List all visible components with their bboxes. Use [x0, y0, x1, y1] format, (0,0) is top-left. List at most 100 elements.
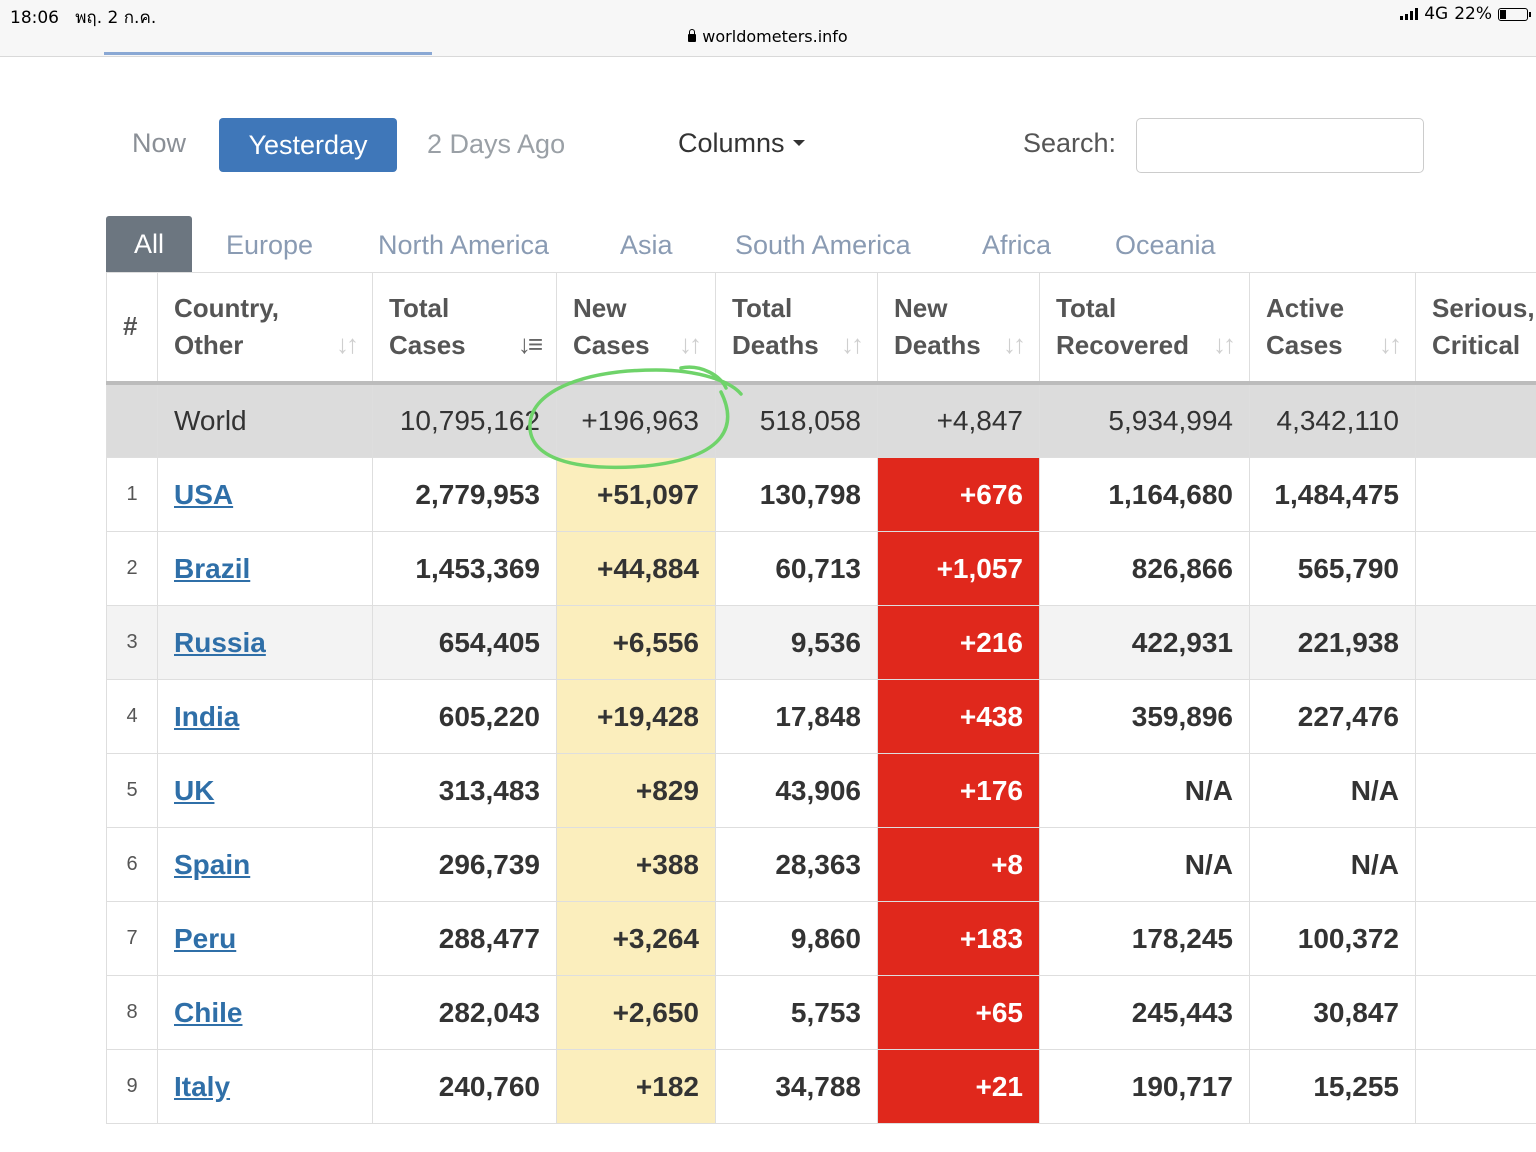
- yesterday-button[interactable]: Yesterday: [219, 118, 397, 172]
- table-row: 9 Italy 240,760 +182 34,788 +21 190,717 15,255: [106, 1049, 1536, 1124]
- col-header-new-deaths[interactable]: New Deaths ↓↑: [877, 272, 1040, 385]
- two-days-ago-button[interactable]: 2 Days Ago: [427, 129, 565, 160]
- country-link[interactable]: Italy: [174, 1071, 230, 1102]
- active-cases-cell: N/A: [1249, 753, 1416, 828]
- search-input[interactable]: [1136, 118, 1424, 173]
- col-header-new-cases[interactable]: New Cases ↓↑: [556, 272, 716, 385]
- header-line: Critical: [1432, 329, 1521, 360]
- sort-icon[interactable]: ↓↑: [336, 326, 359, 363]
- new-deaths-cell: +676: [877, 457, 1040, 532]
- country-cell: Russia: [157, 605, 373, 680]
- total-cases-cell: 313,483: [372, 753, 557, 828]
- total-recovered-cell: 826,866: [1039, 531, 1250, 606]
- country-link[interactable]: Spain: [174, 849, 250, 880]
- active-cases-cell: 227,476: [1249, 679, 1416, 754]
- country-link[interactable]: Brazil: [174, 553, 250, 584]
- tab-oceania[interactable]: Oceania: [1115, 230, 1216, 261]
- active-cases-cell: 221,938: [1249, 605, 1416, 680]
- header-line: Active: [1266, 292, 1345, 323]
- world-total-deaths: 518,058: [715, 382, 878, 458]
- country-link[interactable]: USA: [174, 479, 233, 510]
- new-cases-cell: +44,884: [556, 531, 716, 606]
- now-button[interactable]: Now: [132, 128, 186, 159]
- table-row: 6Spain296,739+38828,363+8N/AN/A6: [106, 827, 1536, 902]
- country-link[interactable]: UK: [174, 775, 214, 806]
- status-right: 4G 22%: [1400, 4, 1531, 24]
- serious-cell: 2: [1415, 753, 1536, 828]
- sort-desc-icon[interactable]: ↓≡: [518, 326, 543, 363]
- country-cell: Chile: [157, 975, 373, 1050]
- row-index: 8: [106, 975, 158, 1050]
- date: พฤ. 2 ก.ค.: [75, 8, 157, 28]
- status-bar: 18:06 พฤ. 2 ก.ค. 4G 22% worldometers.inf…: [0, 0, 1536, 57]
- tab-north-america[interactable]: North America: [378, 230, 549, 261]
- sort-icon[interactable]: ↓↑: [1379, 326, 1402, 363]
- country-link[interactable]: Russia: [174, 627, 266, 658]
- header-line: Total: [1056, 292, 1117, 323]
- serious-cell: 8,9: [1415, 679, 1536, 754]
- table-row: 5UK313,483+82943,906+176N/AN/A2: [106, 753, 1536, 828]
- sort-icon[interactable]: ↓↑: [841, 326, 864, 363]
- network-type: 4G: [1424, 4, 1449, 24]
- world-active-cases: 4,342,110: [1249, 382, 1416, 458]
- sort-icon[interactable]: ↓↑: [679, 326, 702, 363]
- address-bar[interactable]: worldometers.info: [0, 27, 1536, 46]
- new-cases-cell: +182: [556, 1049, 716, 1124]
- header-line: Country,: [174, 292, 279, 323]
- tab-south-america[interactable]: South America: [735, 230, 911, 261]
- active-cases-cell: N/A: [1249, 827, 1416, 902]
- sort-icon[interactable]: ↓↑: [1213, 326, 1236, 363]
- new-deaths-cell: +8: [877, 827, 1040, 902]
- header-row: # Country, Other ↓↑ Total Cases ↓≡ New Cases ↓…: [106, 272, 1536, 385]
- search-label: Search:: [1023, 128, 1117, 158]
- country-cell: Peru: [157, 901, 373, 976]
- total-deaths-cell: 43,906: [715, 753, 878, 828]
- sort-icon[interactable]: ↓↑: [1003, 326, 1026, 363]
- new-deaths-cell: +216: [877, 605, 1040, 680]
- country-cell: USA: [157, 457, 373, 532]
- columns-label: Columns: [678, 128, 785, 158]
- new-cases-cell: +2,650: [556, 975, 716, 1050]
- signal-icon: [1400, 8, 1419, 20]
- col-header-country[interactable]: Country, Other ↓↑: [157, 272, 373, 385]
- world-serious-critical: 57,9: [1415, 382, 1536, 458]
- total-recovered-cell: 245,443: [1039, 975, 1250, 1050]
- col-header-total-cases[interactable]: Total Cases ↓≡: [372, 272, 557, 385]
- header-line: Cases: [389, 329, 466, 360]
- total-cases-cell: 296,739: [372, 827, 557, 902]
- country-link[interactable]: Peru: [174, 923, 236, 954]
- total-cases-cell: 1,453,369: [372, 531, 557, 606]
- tab-all[interactable]: All: [106, 216, 192, 273]
- clock: 18:06: [10, 8, 59, 28]
- serious-cell: 8,3: [1415, 531, 1536, 606]
- serious-cell: 2,3: [1415, 605, 1536, 680]
- table-row: 8 Chile 282,043 +2,650 5,753 +65 245,443 30,847…: [106, 975, 1536, 1050]
- country-cell: Brazil: [157, 531, 373, 606]
- new-deaths-cell: +65: [877, 975, 1040, 1050]
- serious-cell: [1415, 1049, 1536, 1124]
- col-header-total-deaths[interactable]: Total Deaths ↓↑: [715, 272, 878, 385]
- total-recovered-cell: 178,245: [1039, 901, 1250, 976]
- country-link[interactable]: Chile: [174, 997, 242, 1028]
- total-deaths-cell: 130,798: [715, 457, 878, 532]
- tab-asia[interactable]: Asia: [620, 230, 673, 261]
- col-header-active-cases[interactable]: Active Cases ↓↑: [1249, 272, 1416, 385]
- url-text: worldometers.info: [702, 27, 848, 46]
- country-cell: India: [157, 679, 373, 754]
- total-cases-cell: 288,477: [372, 901, 557, 976]
- col-header-total-recovered[interactable]: Total Recovered ↓↑: [1039, 272, 1250, 385]
- active-cases-cell: 100,372: [1249, 901, 1416, 976]
- new-cases-cell: +6,556: [556, 605, 716, 680]
- header-line: Recovered: [1056, 329, 1189, 360]
- active-cases-cell: 565,790: [1249, 531, 1416, 606]
- columns-dropdown[interactable]: Columns: [678, 128, 805, 159]
- header-line: Cases: [573, 329, 650, 360]
- world-new-deaths: +4,847: [877, 382, 1040, 458]
- new-cases-cell: +51,097: [556, 457, 716, 532]
- tab-europe[interactable]: Europe: [226, 230, 313, 261]
- tab-africa[interactable]: Africa: [982, 230, 1051, 261]
- country-link[interactable]: India: [174, 701, 239, 732]
- battery-icon: [1498, 7, 1531, 21]
- table-row: 3 Russia 654,405 +6,556 9,536 +216 422,931 221,…: [106, 605, 1536, 680]
- col-header-serious-critical[interactable]: Serious, Critical: [1415, 272, 1536, 385]
